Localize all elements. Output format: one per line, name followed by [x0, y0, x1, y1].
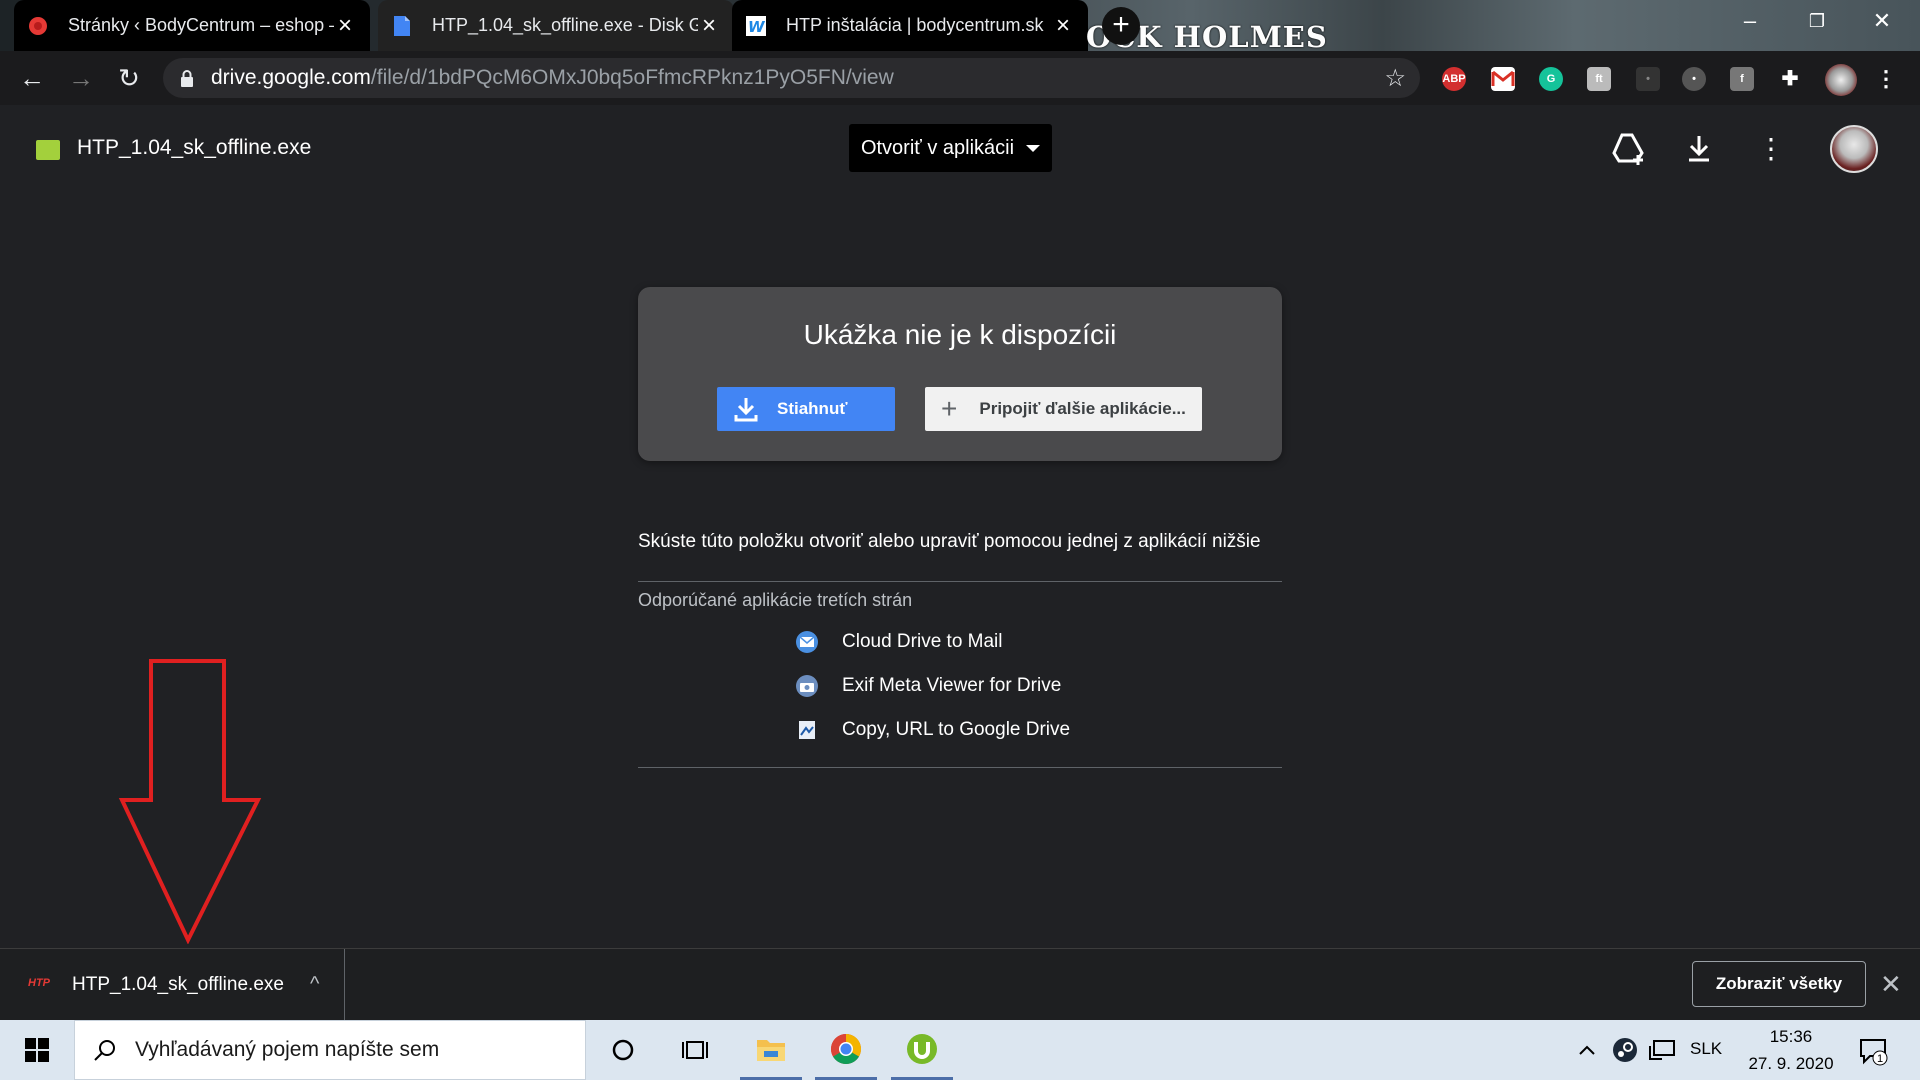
tab-title: HTP inštalácia | bodycentrum.sk: [786, 15, 1044, 35]
app-name: Cloud Drive to Mail: [842, 631, 1003, 652]
viewer-header: HTP_1.04_sk_offline.exe Otvoriť v apliká…: [0, 105, 1920, 193]
tab-title: HTP_1.04_sk_offline.exe - Disk Google: [432, 15, 698, 35]
download-label: Stiahnuť: [777, 399, 848, 418]
no-preview-title: Ukážka nie je k dispozícii: [803, 319, 1117, 350]
tab-drive[interactable]: HTP_1.04_sk_offline.exe - Disk Google ×: [378, 0, 734, 51]
app-item-copy-url[interactable]: Copy, URL to Google Drive: [796, 716, 1070, 744]
windows-taskbar: Vyhľadávaný pojem napíšte sem SLK 15:36 …: [0, 1020, 1920, 1080]
caret-down-icon: [1026, 144, 1041, 152]
url-host: drive.google.com: [211, 66, 371, 89]
search-placeholder: Vyhľadávaný pojem napíšte sem: [135, 1038, 440, 1061]
task-view-icon[interactable]: [664, 1020, 726, 1080]
htp-file-icon: HTP: [28, 976, 50, 989]
file-explorer-icon[interactable]: [740, 1020, 802, 1080]
tab-strip: Stránky ‹ BodyCentrum – eshop — WordPres…: [0, 0, 1920, 54]
taskbar-search-input[interactable]: Vyhľadávaný pojem napíšte sem: [74, 1020, 586, 1080]
account-avatar[interactable]: [1830, 125, 1878, 173]
notification-center-icon[interactable]: 1: [1858, 1036, 1888, 1066]
new-tab-button[interactable]: +: [1102, 7, 1140, 45]
close-icon[interactable]: ×: [698, 13, 720, 37]
camera-icon: [796, 675, 818, 697]
profile-avatar[interactable]: [1825, 64, 1857, 96]
address-bar[interactable]: drive.google.com/file/d/1bdPQcM6OMxJ0bq5…: [163, 58, 1420, 98]
gmail-icon[interactable]: [1491, 67, 1515, 91]
close-icon[interactable]: ✕: [1880, 969, 1902, 999]
chrome-menu-icon[interactable]: ⋮: [1874, 67, 1898, 91]
adblock-plus-icon[interactable]: ABP: [1442, 67, 1466, 91]
forward-arrow-icon[interactable]: →: [65, 62, 97, 94]
open-with-button[interactable]: Otvoriť v aplikácii: [849, 124, 1052, 172]
close-icon[interactable]: ×: [334, 13, 356, 37]
browser-toolbar: ← → ↻ drive.google.com/file/d/1bdPQcM6OM…: [0, 51, 1920, 105]
restore-icon[interactable]: ❐: [1797, 6, 1837, 36]
network-icon[interactable]: [1644, 1020, 1680, 1080]
chevron-up-icon[interactable]: [1572, 1020, 1602, 1080]
sync-icon[interactable]: •: [1682, 67, 1706, 91]
app-name: Exif Meta Viewer for Drive: [842, 675, 1062, 696]
facebook-icon[interactable]: f: [1730, 67, 1754, 91]
app-item-exif-viewer[interactable]: Exif Meta Viewer for Drive: [796, 672, 1061, 700]
cortana-icon[interactable]: [592, 1020, 654, 1080]
utorrent-icon[interactable]: [891, 1020, 953, 1080]
recommended-heading: Odporúčané aplikácie tretích strán: [638, 590, 913, 610]
download-icon[interactable]: [1681, 131, 1717, 167]
connect-apps-button[interactable]: + Pripojiť ďalšie aplikácie...: [925, 387, 1202, 431]
more-options-icon[interactable]: ⋮: [1753, 131, 1789, 167]
app-name: Copy, URL to Google Drive: [842, 719, 1071, 740]
clock-date[interactable]: 27. 9. 2020: [1747, 1054, 1835, 1074]
clock-time[interactable]: 15:36: [1761, 1027, 1821, 1047]
divider: [638, 581, 1282, 582]
plus-icon: +: [941, 393, 958, 424]
suggestions-prompt: Skúste túto položku otvoriť alebo upravi…: [638, 531, 1261, 552]
bookmark-star-icon[interactable]: ☆: [1384, 64, 1406, 93]
file-title: HTP_1.04_sk_offline.exe: [77, 136, 312, 159]
open-with-label: Otvoriť v aplikácii: [860, 136, 1015, 159]
svg-text:W: W: [748, 18, 766, 36]
download-icon: [734, 398, 758, 422]
steam-icon[interactable]: [1608, 1020, 1642, 1080]
tab-title: Stránky ‹ BodyCentrum – eshop — WordPres…: [68, 15, 334, 35]
url-path: /file/d/1bdPQcM6OMxJ0bq5oFfmcRPknz1PyO5F…: [370, 66, 894, 89]
tab-htp-install[interactable]: W HTP inštalácia | bodycentrum.sk ×: [732, 0, 1088, 51]
lock-icon: [181, 70, 193, 87]
download-button[interactable]: Stiahnuť: [717, 387, 895, 431]
connect-apps-label: Pripojiť ďalšie aplikácie...: [979, 399, 1186, 418]
download-shelf: HTP HTP_1.04_sk_offline.exe ^ Zobraziť v…: [0, 948, 1920, 1020]
download-item[interactable]: HTP HTP_1.04_sk_offline.exe ^: [0, 949, 345, 1020]
wordpress-w-icon: W: [746, 15, 766, 36]
minimize-icon[interactable]: –: [1730, 6, 1770, 36]
reload-icon[interactable]: ↻: [113, 62, 145, 94]
tab-bodycentrum[interactable]: Stránky ‹ BodyCentrum – eshop — WordPres…: [14, 0, 370, 51]
mail-icon: [796, 631, 818, 653]
no-preview-card: Ukážka nie je k dispozícii Stiahnuť + Pr…: [638, 287, 1282, 461]
search-icon: [94, 1040, 115, 1061]
close-icon[interactable]: ×: [1052, 13, 1074, 37]
chrome-icon[interactable]: [815, 1020, 877, 1080]
divider: [638, 767, 1282, 768]
file-type-icon: [36, 140, 60, 160]
chevron-up-icon[interactable]: ^: [310, 973, 319, 996]
puzzle-ext-icon[interactable]: ft: [1587, 67, 1611, 91]
grammarly-icon[interactable]: G: [1539, 67, 1563, 91]
dots-icon[interactable]: •: [1636, 67, 1660, 91]
back-arrow-icon[interactable]: ←: [16, 62, 48, 94]
document-upload-icon: [796, 719, 818, 741]
add-to-drive-icon[interactable]: [1610, 131, 1646, 167]
extensions-icon[interactable]: ✚: [1778, 67, 1802, 91]
opera-red-icon: [28, 16, 48, 36]
download-file-name: HTP_1.04_sk_offline.exe: [72, 973, 284, 995]
language-indicator[interactable]: SLK: [1690, 1039, 1722, 1059]
windows-start-icon[interactable]: [12, 1020, 62, 1080]
window-close-icon[interactable]: ✕: [1862, 6, 1902, 36]
notification-count: 1: [1877, 1053, 1883, 1065]
google-doc-icon: [392, 15, 412, 36]
show-all-button[interactable]: Zobraziť všetky: [1692, 961, 1866, 1007]
red-down-arrow-annotation: [118, 659, 262, 944]
app-item-cloud-drive-to-mail[interactable]: Cloud Drive to Mail: [796, 628, 1003, 656]
